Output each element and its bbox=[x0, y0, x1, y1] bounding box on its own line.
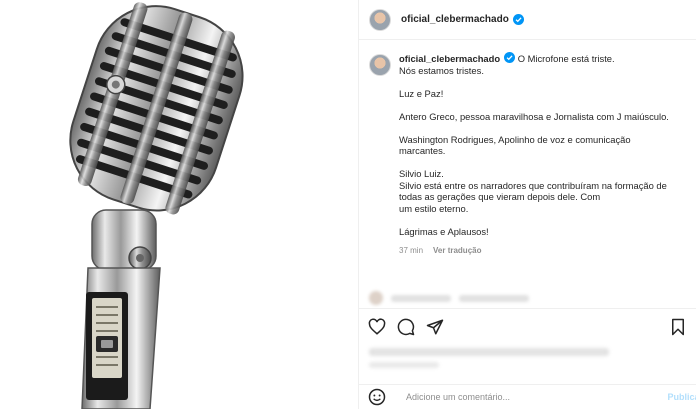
caption-avatar[interactable] bbox=[369, 54, 391, 76]
post-image[interactable] bbox=[0, 0, 358, 409]
post-header: oficial_clebermachado bbox=[359, 0, 696, 40]
caption-block: oficial_clebermachado O Microfone está t… bbox=[369, 52, 689, 257]
caption-line: Luz e Paz! bbox=[399, 87, 444, 99]
avatar[interactable] bbox=[369, 8, 391, 31]
translate-link[interactable]: Ver tradução bbox=[433, 245, 481, 257]
header-username[interactable]: oficial_clebermachado bbox=[401, 14, 509, 25]
caption-username[interactable]: oficial_clebermachado bbox=[399, 53, 500, 64]
verified-badge-icon bbox=[504, 52, 516, 63]
heart-icon[interactable] bbox=[367, 317, 387, 337]
caption-line: O Microfone está triste. bbox=[517, 53, 615, 64]
caption-line: Washington Rodrigues, Apolinho de voz e … bbox=[399, 133, 631, 145]
caption-line: Silvio Luiz. bbox=[399, 168, 444, 179]
comment-icon[interactable] bbox=[396, 317, 416, 337]
caption-text: oficial_clebermachado O Microfone está t… bbox=[399, 52, 689, 257]
caption-line: Lágrimas e Aplausos! bbox=[399, 225, 489, 237]
caption-meta: 37 min Ver tradução bbox=[399, 245, 689, 257]
share-icon[interactable] bbox=[425, 317, 445, 337]
caption-line: um estilo eterno. bbox=[399, 202, 469, 214]
publish-button[interactable]: Publicar bbox=[667, 392, 696, 402]
blurred-date bbox=[369, 362, 439, 368]
microphone-image bbox=[69, 2, 244, 409]
verified-badge-icon bbox=[512, 14, 524, 25]
comment-avatar bbox=[369, 291, 383, 305]
caption-line: Nós estamos tristes. bbox=[399, 64, 484, 76]
comment-box: Publicar bbox=[359, 384, 696, 409]
caption-line: Silvio está entre os narradores que cont… bbox=[399, 179, 667, 191]
action-bar bbox=[359, 308, 696, 344]
blurred-text bbox=[459, 294, 529, 302]
blurred-likes bbox=[369, 348, 609, 356]
emoji-icon[interactable] bbox=[367, 387, 387, 407]
post-details-panel: oficial_clebermachado oficial_clebermach… bbox=[358, 0, 696, 409]
bookmark-icon[interactable] bbox=[668, 317, 688, 337]
post-time[interactable]: 37 min bbox=[399, 245, 423, 257]
blurred-text bbox=[391, 294, 451, 302]
caption-line: todas as gerações que vieram depois dele… bbox=[399, 191, 601, 202]
caption-line: Antero Greco, pessoa maravilhosa e Jorna… bbox=[399, 110, 669, 122]
comment-input[interactable] bbox=[406, 392, 656, 402]
caption-line: marcantes. bbox=[399, 145, 446, 156]
blurred-comment bbox=[369, 290, 689, 306]
